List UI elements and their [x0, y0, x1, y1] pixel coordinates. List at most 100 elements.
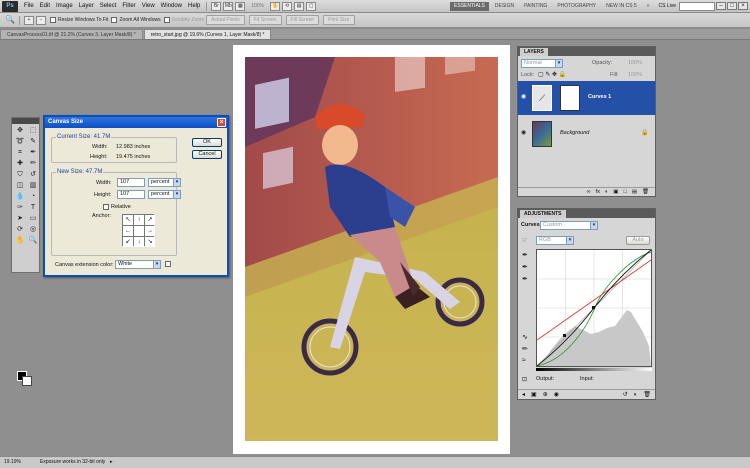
photo-image[interactable]: [245, 57, 498, 441]
pen-tool-icon[interactable]: ✑: [14, 203, 26, 213]
opacity-value[interactable]: 100%: [628, 60, 642, 66]
cs-live-button[interactable]: CS Live: [658, 3, 676, 9]
status-arrow-icon[interactable]: ▸: [110, 457, 113, 468]
search-input[interactable]: [679, 1, 715, 11]
dialog-title-bar[interactable]: Canvas Size ×: [45, 117, 227, 128]
resize-windows-checkbox[interactable]: [50, 17, 56, 23]
tab-retro-start[interactable]: retro_start.jpg @ 19.6% (Curves 1, Layer…: [143, 29, 272, 39]
workspace-painting[interactable]: Painting: [520, 2, 551, 11]
menu-file[interactable]: File: [21, 3, 37, 9]
anchor-left[interactable]: ←: [123, 226, 133, 236]
relative-checkbox[interactable]: [103, 204, 109, 210]
ok-button[interactable]: OK: [192, 138, 222, 147]
arrange-icon[interactable]: ▤: [294, 1, 305, 11]
actual-pixels-button[interactable]: Actual Pixels: [206, 15, 245, 25]
zoom-readout[interactable]: 19.19%: [4, 457, 21, 468]
clip-layer-icon[interactable]: ⊕: [543, 390, 548, 399]
clone-stamp-icon[interactable]: ⛉: [14, 170, 26, 180]
anchor-bottom[interactable]: ↓: [134, 237, 144, 247]
extension-color-select[interactable]: White ▾: [115, 260, 161, 269]
eraser-icon[interactable]: ◫: [14, 181, 26, 191]
minimize-icon[interactable]: –: [716, 2, 726, 10]
3d-rotate-icon[interactable]: ⟳: [14, 225, 26, 235]
eye-icon[interactable]: ◉: [521, 94, 529, 100]
curves-preset-select[interactable]: Custom ▾: [540, 221, 598, 230]
clip-icon[interactable]: ⊡: [522, 376, 527, 383]
zoom-in-icon[interactable]: +: [24, 15, 34, 25]
healing-brush-icon[interactable]: ✚: [14, 159, 26, 169]
mask-icon[interactable]: ◐: [605, 188, 608, 196]
workspace-essentials[interactable]: Essentials: [450, 1, 489, 11]
tab-layers[interactable]: LAYERS: [520, 48, 548, 56]
menu-edit[interactable]: Edit: [37, 3, 53, 9]
adjustment-icon[interactable]: ▣: [613, 188, 618, 196]
fx-icon[interactable]: fx: [596, 188, 600, 196]
visibility-icon[interactable]: ◉: [554, 390, 559, 399]
height-unit-select[interactable]: percent ▾: [148, 190, 181, 199]
eyedropper-gray-icon[interactable]: ✒: [522, 263, 528, 271]
hand-icon[interactable]: ☞: [522, 237, 527, 244]
history-brush-icon[interactable]: ↺: [27, 170, 39, 180]
close-icon[interactable]: ×: [217, 118, 226, 127]
blur-tool-icon[interactable]: 💧: [14, 192, 26, 202]
brush-tool-icon[interactable]: ✏: [27, 159, 39, 169]
curve-points-icon[interactable]: ∿: [522, 333, 528, 341]
toggle-icon[interactable]: ◐: [634, 390, 638, 399]
menu-select[interactable]: Select: [97, 3, 120, 9]
3d-orbit-icon[interactable]: ◎: [27, 225, 39, 235]
bridge-icon[interactable]: Br: [211, 1, 222, 11]
reset-icon[interactable]: ↺: [623, 390, 628, 399]
anchor-bottom-left[interactable]: ↙: [123, 237, 133, 247]
gradient-tool-icon[interactable]: ▥: [27, 181, 39, 191]
menu-filter[interactable]: Filter: [119, 3, 138, 9]
menu-image[interactable]: Image: [53, 3, 76, 9]
lock-options-icon[interactable]: ▢ ✎ ✥ 🔒: [538, 71, 566, 78]
type-tool-icon[interactable]: T: [27, 203, 39, 213]
minibridge-icon[interactable]: Mb: [223, 1, 234, 11]
zoom-out-icon[interactable]: −: [36, 15, 46, 25]
marquee-tool-icon[interactable]: ⬚: [27, 126, 39, 136]
link-icon[interactable]: ∞: [587, 188, 591, 196]
width-unit-select[interactable]: percent ▾: [148, 178, 181, 187]
menu-window[interactable]: Window: [158, 3, 185, 9]
pencil-icon[interactable]: ✏: [522, 345, 528, 353]
layer-background[interactable]: ◉ Background 🔒: [518, 117, 655, 151]
extension-color-swatch[interactable]: [165, 261, 171, 267]
hand-tool-icon[interactable]: ✋: [14, 236, 26, 246]
fill-value[interactable]: 100%: [628, 72, 642, 78]
layer-mask-thumbnail[interactable]: [560, 85, 580, 111]
zoom-all-checkbox[interactable]: [111, 17, 118, 23]
back-arrow-icon[interactable]: ◂: [522, 390, 525, 399]
workspace-more[interactable]: »: [643, 2, 654, 11]
fit-screen-button[interactable]: Fit Screen: [248, 15, 282, 25]
zoom-icon[interactable]: 🔍: [27, 236, 39, 246]
quick-select-icon[interactable]: ✎: [27, 137, 39, 147]
workspace-design[interactable]: Design: [491, 2, 518, 11]
crop-tool-icon[interactable]: ⌗: [14, 148, 26, 158]
anchor-bottom-right[interactable]: ↘: [145, 237, 155, 247]
tab-adjustments[interactable]: ADJUSTMENTS: [520, 210, 566, 218]
eye-icon[interactable]: ◉: [521, 130, 529, 136]
anchor-center[interactable]: [134, 226, 144, 236]
fill-screen-button[interactable]: Fill Screen: [285, 15, 320, 25]
group-icon[interactable]: □: [623, 188, 626, 196]
guides-icon[interactable]: ▦: [235, 1, 246, 11]
zoom-level-dropdown[interactable]: 100%: [247, 2, 268, 11]
eyedropper-icon[interactable]: ✒: [27, 148, 39, 158]
height-input[interactable]: 107: [117, 190, 145, 199]
trash-icon[interactable]: 🗑: [642, 188, 649, 196]
tab-canvasprocess[interactable]: CanvasProcess01.tif @ 21.2% (Curves 3, L…: [0, 29, 143, 39]
new-layer-icon[interactable]: ▤: [632, 188, 637, 196]
menu-layer[interactable]: Layer: [76, 3, 97, 9]
close-icon[interactable]: ×: [738, 2, 748, 10]
screen-mode-icon[interactable]: ▢: [306, 1, 317, 11]
maximize-icon[interactable]: □: [727, 2, 737, 10]
anchor-top[interactable]: ↑: [134, 215, 144, 225]
blend-mode-select[interactable]: Normal ▾: [521, 59, 563, 68]
print-size-button[interactable]: Print Size: [323, 15, 355, 25]
scrubby-zoom-checkbox[interactable]: [163, 17, 170, 23]
eyedropper-white-icon[interactable]: ✒: [522, 275, 528, 283]
layer-curves-1[interactable]: ◉ ⟋ Curves 1: [518, 81, 655, 115]
rotate-view-icon[interactable]: ⟲: [282, 1, 293, 11]
workspace-photography[interactable]: Photography: [553, 2, 600, 11]
